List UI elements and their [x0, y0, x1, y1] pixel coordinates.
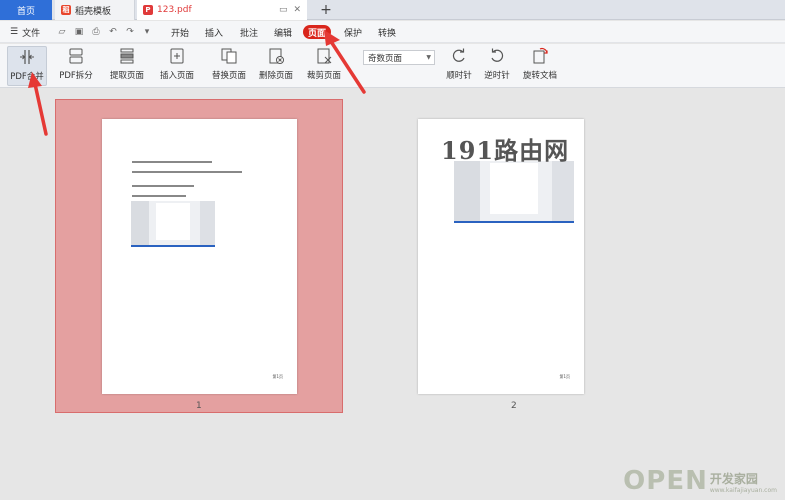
tab-pdf-label: 123.pdf: [157, 5, 192, 15]
menu-start[interactable]: 开始: [171, 21, 189, 43]
rotate-document-button[interactable]: 旋转文档: [520, 46, 560, 86]
menu-edit[interactable]: 编辑: [274, 21, 292, 43]
corner-watermark-title: 开发家园: [709, 472, 758, 486]
delete-page-icon: [267, 46, 285, 66]
rotate-document-label: 旋转文档: [522, 71, 557, 81]
delete-page-label: 删除页面: [258, 71, 293, 81]
page-thumbnail-workspace: 第1页 1 第1页 2 191路由网 OPEN 开发家园 www.kaifaji…: [0, 89, 785, 500]
rotate-clockwise-label: 顺时针: [446, 71, 472, 81]
pdf-merge-button[interactable]: PDF合并: [7, 46, 47, 86]
embedded-screenshot: [131, 201, 215, 247]
insert-page-button[interactable]: 插入页面: [156, 46, 198, 86]
embedded-screenshot: [454, 161, 574, 223]
print-icon[interactable]: ⎙: [90, 27, 102, 37]
page-range-select[interactable]: 奇数页面 ▼: [363, 50, 435, 65]
replace-page-label: 替换页面: [211, 71, 246, 81]
crop-page-button[interactable]: 裁剪页面: [304, 46, 344, 86]
page-number-2: 2: [511, 401, 517, 411]
file-menu[interactable]: ☰ 文件: [10, 21, 40, 43]
add-tab-button[interactable]: +: [316, 0, 336, 20]
quick-access-toolbar: ▱ ▣ ⎙ ↶ ↷ ▾: [56, 21, 153, 43]
menu-annotate[interactable]: 批注: [240, 21, 258, 43]
chevron-down-icon: ▼: [426, 54, 431, 61]
page-ribbon: PDF合并 PDF拆分 提取页面 插入页面 替换页面 删除页面 裁剪页面 奇数页…: [0, 44, 785, 88]
corner-watermark: OPEN 开发家园 www.kaifajiayuan.com: [623, 468, 777, 494]
corner-watermark-url: www.kaifajiayuan.com: [709, 487, 777, 494]
close-tab-icon[interactable]: ✕: [293, 5, 301, 15]
crop-page-label: 裁剪页面: [306, 71, 341, 81]
rotate-clockwise-icon: [450, 46, 468, 66]
tab-pdf-document[interactable]: P 123.pdf ▭ ✕: [137, 0, 307, 20]
page-number-1: 1: [196, 401, 202, 411]
redo-icon[interactable]: ↷: [124, 27, 136, 37]
menu-page[interactable]: 页面: [303, 25, 332, 39]
text-line: [132, 161, 212, 163]
page-footer: 第1页: [272, 374, 283, 379]
rotate-clockwise-button[interactable]: 顺时针: [442, 46, 476, 86]
menu-insert[interactable]: 插入: [205, 21, 223, 43]
page-footer: 第1页: [559, 374, 570, 379]
tab-home[interactable]: 首页: [0, 0, 52, 20]
pdf-file-icon: P: [143, 5, 153, 15]
monitor-icon[interactable]: ▭: [279, 5, 288, 15]
tab-bar: 首页 稻 稻壳模板 P 123.pdf ▭ ✕ +: [0, 0, 785, 20]
extract-page-icon: [118, 46, 136, 66]
replace-page-icon: [220, 46, 238, 66]
crop-page-icon: [315, 46, 333, 66]
rotate-document-icon: [531, 46, 549, 66]
insert-page-icon: [168, 46, 186, 66]
save-icon[interactable]: ▣: [73, 27, 85, 37]
rotate-counterclockwise-icon: [488, 46, 506, 66]
merge-icon: [18, 47, 36, 67]
hamburger-icon: ☰: [10, 27, 19, 37]
page-range-value: 奇数页面: [368, 53, 403, 64]
open-folder-icon[interactable]: ▱: [56, 27, 68, 37]
tab-template[interactable]: 稻 稻壳模板: [55, 0, 135, 20]
menu-protect[interactable]: 保护: [344, 21, 362, 43]
delete-page-button[interactable]: 删除页面: [256, 46, 296, 86]
text-line: [132, 185, 194, 187]
replace-page-button[interactable]: 替换页面: [209, 46, 249, 86]
split-icon: [67, 46, 85, 66]
menu-convert[interactable]: 转换: [378, 21, 396, 43]
site-watermark: 191路由网: [441, 136, 570, 165]
page-thumbnail-1[interactable]: 第1页: [102, 119, 297, 394]
extract-page-label: 提取页面: [109, 71, 144, 81]
pdf-split-label: PDF拆分: [59, 71, 93, 81]
file-menu-label: 文件: [22, 28, 41, 39]
chevron-down-icon[interactable]: ▾: [141, 27, 153, 37]
corner-watermark-logo: OPEN: [623, 466, 708, 496]
menu-bar: ☰ 文件 ▱ ▣ ⎙ ↶ ↷ ▾ 开始 插入 批注 编辑 页面 保护 转换: [0, 21, 785, 43]
pdf-merge-label: PDF合并: [10, 72, 44, 82]
docer-logo-icon: 稻: [61, 5, 71, 15]
tab-template-label: 稻壳模板: [75, 6, 112, 17]
text-line: [132, 195, 186, 197]
rotate-counterclockwise-button[interactable]: 逆时针: [480, 46, 514, 86]
pdf-split-button[interactable]: PDF拆分: [57, 46, 95, 86]
undo-icon[interactable]: ↶: [107, 27, 119, 37]
text-line: [132, 171, 242, 173]
insert-page-label: 插入页面: [159, 71, 194, 81]
extract-page-button[interactable]: 提取页面: [107, 46, 147, 86]
rotate-counterclockwise-label: 逆时针: [484, 71, 510, 81]
